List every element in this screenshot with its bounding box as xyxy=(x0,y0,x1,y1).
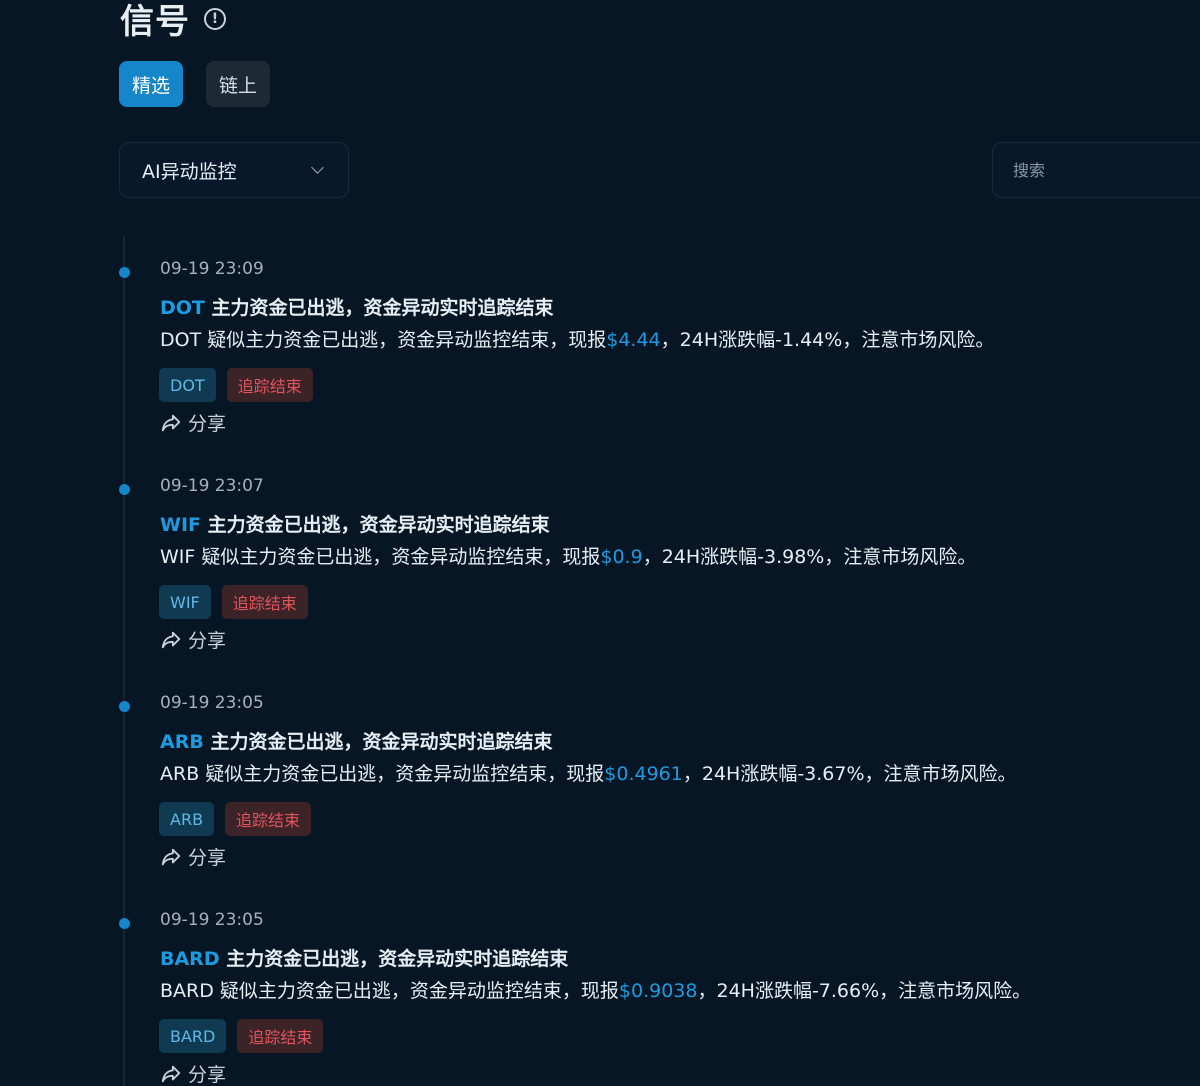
timeline-dot xyxy=(119,918,130,929)
share-button[interactable]: 分享 xyxy=(160,1060,226,1086)
chevron-down-icon xyxy=(311,161,324,174)
share-button[interactable]: 分享 xyxy=(160,409,226,436)
entry-description: DOT 疑似主力资金已出逃，资金异动监控结束，现报$4.44，24H涨跌幅-1.… xyxy=(160,325,994,352)
entry-headline: BARD 主力资金已出逃，资金异动实时追踪结束 xyxy=(160,944,568,971)
timeline-dot xyxy=(119,484,130,495)
entry-price: $0.4961 xyxy=(604,763,683,785)
status-tag: 追踪结束 xyxy=(225,802,312,836)
entry-headline-text: 主力资金已出逃，资金异动实时追踪结束 xyxy=(204,297,554,319)
coin-tag[interactable]: DOT xyxy=(159,368,216,402)
coin-tag[interactable]: WIF xyxy=(159,585,211,619)
entry-desc-suffix: ，24H涨跌幅-3.98%，注意市场风险。 xyxy=(642,546,977,568)
share-label: 分享 xyxy=(188,413,227,435)
entry-symbol[interactable]: BARD xyxy=(160,948,220,970)
share-arrow-icon xyxy=(161,631,181,648)
share-arrow-icon xyxy=(161,414,181,431)
status-tag: 追踪结束 xyxy=(221,585,308,619)
entry-desc-prefix: BARD 疑似主力资金已出逃，资金异动监控结束，现报 xyxy=(160,980,619,1002)
entry-description: ARB 疑似主力资金已出逃，资金异动监控结束，现报$0.4961，24H涨跌幅-… xyxy=(160,759,1017,786)
search-box[interactable] xyxy=(992,142,1200,198)
share-label: 分享 xyxy=(188,1064,227,1086)
entry-desc-prefix: ARB 疑似主力资金已出逃，资金异动监控结束，现报 xyxy=(160,763,605,785)
coin-tag[interactable]: ARB xyxy=(159,802,215,836)
entry-headline-text: 主力资金已出逃，资金异动实时追踪结束 xyxy=(203,731,553,753)
entry-price: $0.9038 xyxy=(618,980,698,1002)
entry-desc-suffix: ，24H涨跌幅-3.67%，注意市场风险。 xyxy=(682,763,1017,785)
status-tag: 追踪结束 xyxy=(226,368,313,402)
share-button[interactable]: 分享 xyxy=(160,626,226,653)
entry-tags: BARD 追踪结束 xyxy=(159,1019,324,1053)
page-title: 信号 xyxy=(120,2,190,42)
entry-description: WIF 疑似主力资金已出逃，资金异动监控结束，现报$0.9，24H涨跌幅-3.9… xyxy=(160,542,976,569)
share-label: 分享 xyxy=(188,847,227,869)
entry-description: BARD 疑似主力资金已出逃，资金异动监控结束，现报$0.9038，24H涨跌幅… xyxy=(160,976,1031,1003)
entry-time: 09-19 23:07 xyxy=(160,476,264,496)
status-tag: 追踪结束 xyxy=(237,1019,324,1053)
entry-symbol[interactable]: DOT xyxy=(160,297,205,319)
timeline-line xyxy=(123,236,125,1086)
entry-tags: DOT 追踪结束 xyxy=(159,368,313,402)
entry-desc-suffix: ，24H涨跌幅-1.44%，注意市场风险。 xyxy=(660,329,995,351)
timeline-dot xyxy=(119,267,130,278)
entry-time: 09-19 23:05 xyxy=(160,693,264,713)
entry-price: $0.9 xyxy=(600,546,643,568)
entry-desc-suffix: ，24H涨跌幅-7.66%，注意市场风险。 xyxy=(697,980,1032,1002)
tab-bar: 精选 链上 xyxy=(119,61,271,107)
share-arrow-icon xyxy=(161,848,181,865)
entry-headline-text: 主力资金已出逃，资金异动实时追踪结束 xyxy=(219,948,569,970)
share-label: 分享 xyxy=(188,630,227,652)
entry-headline: DOT 主力资金已出逃，资金异动实时追踪结束 xyxy=(160,293,554,320)
title-row: 信号 ! xyxy=(120,0,226,43)
share-button[interactable]: 分享 xyxy=(160,843,226,870)
entry-price: $4.44 xyxy=(606,329,661,351)
tab-onchain[interactable]: 链上 xyxy=(206,61,271,107)
signals-page: 信号 ! 精选 链上 AI异动监控 09-19 23:09 DOT 主力资金已出… xyxy=(0,0,1200,1086)
search-input[interactable] xyxy=(1011,159,1193,181)
signal-type-value: AI异动监控 xyxy=(142,160,237,183)
entry-desc-prefix: WIF 疑似主力资金已出逃，资金异动监控结束，现报 xyxy=(160,546,601,568)
entry-time: 09-19 23:05 xyxy=(160,910,264,930)
coin-tag[interactable]: BARD xyxy=(159,1019,227,1053)
entry-desc-prefix: DOT 疑似主力资金已出逃，资金异动监控结束，现报 xyxy=(160,329,607,351)
timeline-dot xyxy=(119,701,130,712)
info-circle-icon[interactable]: ! xyxy=(204,7,226,30)
entry-headline: WIF 主力资金已出逃，资金异动实时追踪结束 xyxy=(160,510,550,537)
tab-featured[interactable]: 精选 xyxy=(119,61,184,107)
entry-symbol[interactable]: WIF xyxy=(160,514,201,536)
entry-symbol[interactable]: ARB xyxy=(160,731,204,753)
signal-type-select[interactable]: AI异动监控 xyxy=(119,142,349,198)
entry-tags: ARB 追踪结束 xyxy=(159,802,312,836)
entry-tags: WIF 追踪结束 xyxy=(159,585,308,619)
share-arrow-icon xyxy=(161,1065,181,1082)
entry-headline-text: 主力资金已出逃，资金异动实时追踪结束 xyxy=(201,514,550,536)
entry-headline: ARB 主力资金已出逃，资金异动实时追踪结束 xyxy=(160,727,552,754)
entry-time: 09-19 23:09 xyxy=(160,259,264,279)
